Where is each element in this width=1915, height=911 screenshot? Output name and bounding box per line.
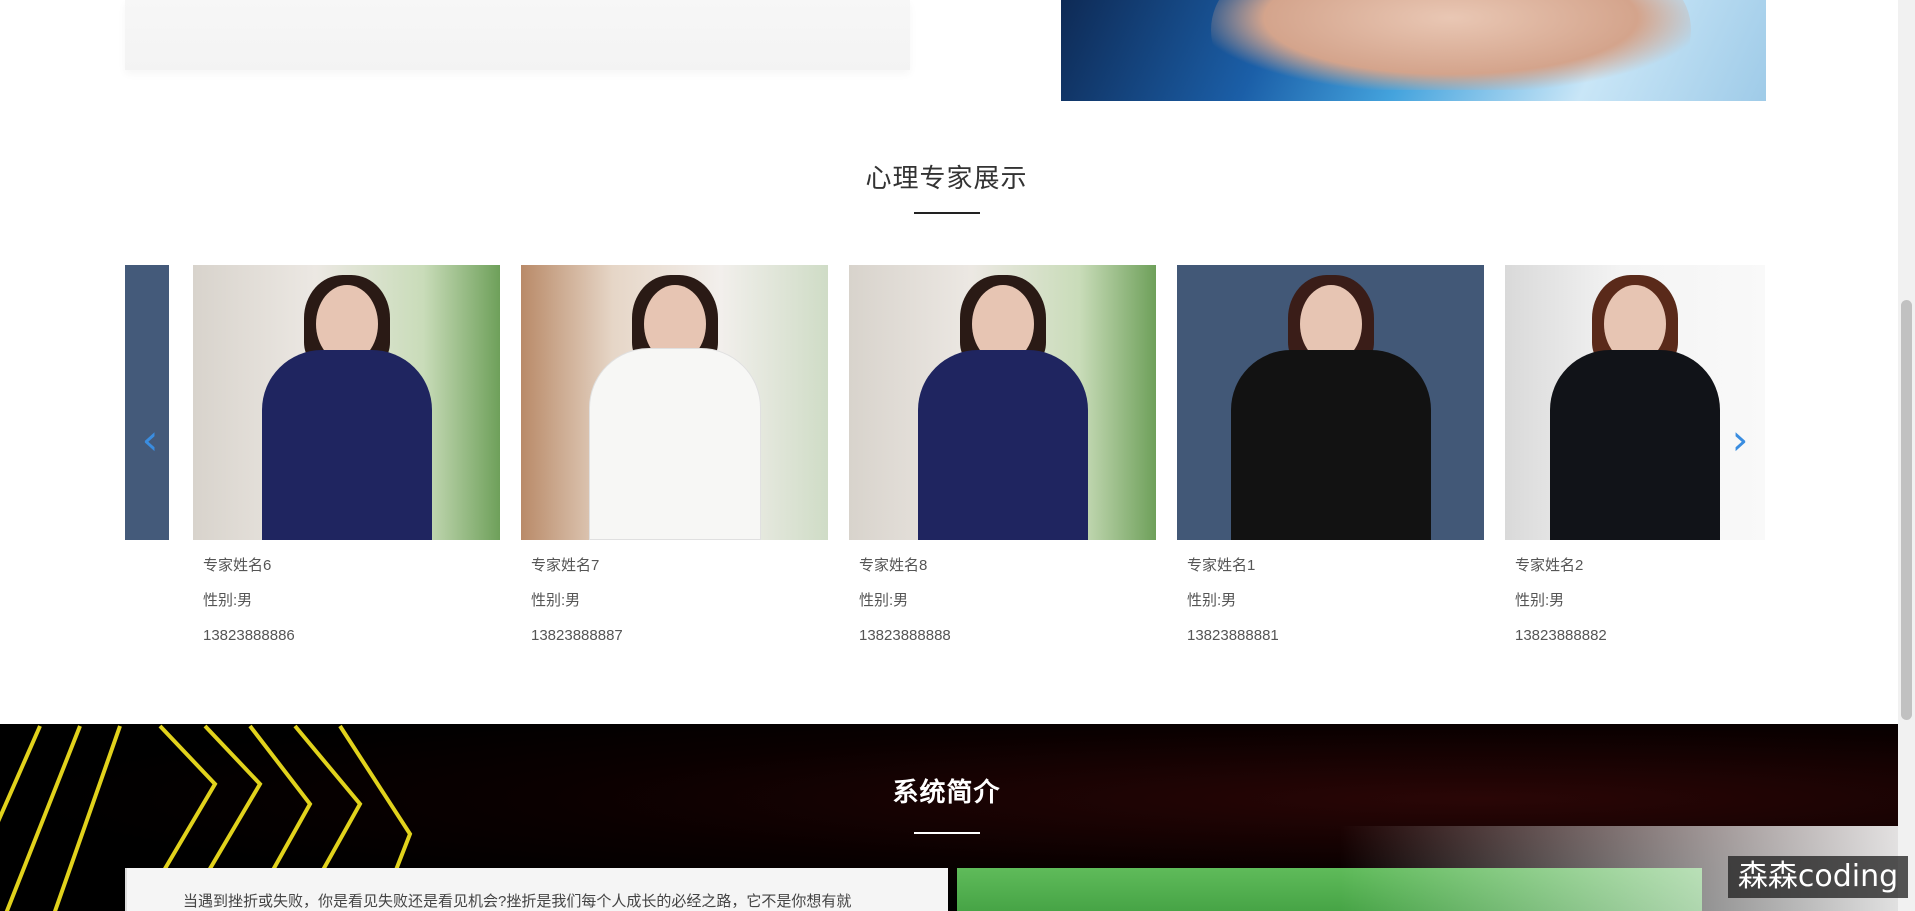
expert-card[interactable]: 专家姓名8 性别:男 13823888888 (849, 265, 1156, 653)
expert-name: 专家姓名6 (203, 557, 272, 574)
suit-graphic (261, 350, 432, 540)
watermark-label: 森森coding (1728, 856, 1908, 898)
expert-photo[interactable] (1505, 265, 1765, 540)
chevron-left-icon[interactable]: ‹ (135, 418, 165, 462)
expert-photo[interactable] (849, 265, 1156, 540)
page-scrollbar[interactable] (1898, 0, 1915, 911)
expert-card[interactable]: 专家姓名6 性别:男 13823888886 (193, 265, 500, 653)
expert-phone: 13823888888 (859, 627, 951, 644)
scrollbar-thumb[interactable] (1901, 300, 1912, 720)
expert-phone: 13823888886 (203, 627, 295, 644)
top-text-card (125, 0, 910, 70)
expert-card[interactable]: 专家姓名7 性别:男 13823888887 (521, 265, 828, 653)
expert-gender: 性别:男 (203, 592, 253, 609)
shirt-graphic (1230, 350, 1431, 540)
expert-photo[interactable] (193, 265, 500, 540)
experts-title-underline (914, 212, 980, 214)
expert-phone: 13823888882 (1515, 627, 1607, 644)
experts-section-title: 心理专家展示 (865, 163, 1028, 193)
expert-name: 专家姓名7 (531, 557, 600, 574)
system-intro-section: 系统简介 当遇到挫折或失败，你是看见失败还是看见机会?挫折是我们每个人成长的必经… (0, 724, 1898, 911)
expert-name: 专家姓名2 (1515, 557, 1584, 574)
expert-phone: 13823888887 (531, 627, 623, 644)
experts-carousel: 专家姓名6 性别:男 13823888886 专家姓名7 性别:男 138238… (125, 265, 1765, 645)
expert-photo[interactable] (1177, 265, 1484, 540)
intro-section-title: 系统简介 (892, 777, 1001, 807)
expert-card[interactable]: 专家姓名1 性别:男 13823888881 (1177, 265, 1484, 653)
suit-graphic (917, 350, 1088, 540)
expert-photo[interactable] (521, 265, 828, 540)
expert-name: 专家姓名1 (1187, 557, 1256, 574)
intro-text: 当遇到挫折或失败，你是看见失败还是看见机会?挫折是我们每个人成长的必经之路，它不… (183, 893, 852, 910)
suit-graphic (1550, 350, 1720, 540)
blouse-graphic (588, 348, 761, 540)
chevron-right-icon[interactable]: › (1725, 418, 1755, 462)
hand-graphic (1211, 0, 1691, 90)
expert-name: 专家姓名8 (859, 557, 928, 574)
carousel-prev-card-peek[interactable] (125, 265, 169, 540)
expert-gender: 性别:男 (859, 592, 909, 609)
intro-title-underline (914, 832, 980, 834)
expert-gender: 性别:男 (531, 592, 581, 609)
expert-gender: 性别:男 (1515, 592, 1565, 609)
expert-phone: 13823888881 (1187, 627, 1279, 644)
top-banner-image (1061, 0, 1766, 101)
expert-gender: 性别:男 (1187, 592, 1237, 609)
intro-text-box: 当遇到挫折或失败，你是看见失败还是看见机会?挫折是我们每个人成长的必经之路，它不… (125, 868, 948, 911)
